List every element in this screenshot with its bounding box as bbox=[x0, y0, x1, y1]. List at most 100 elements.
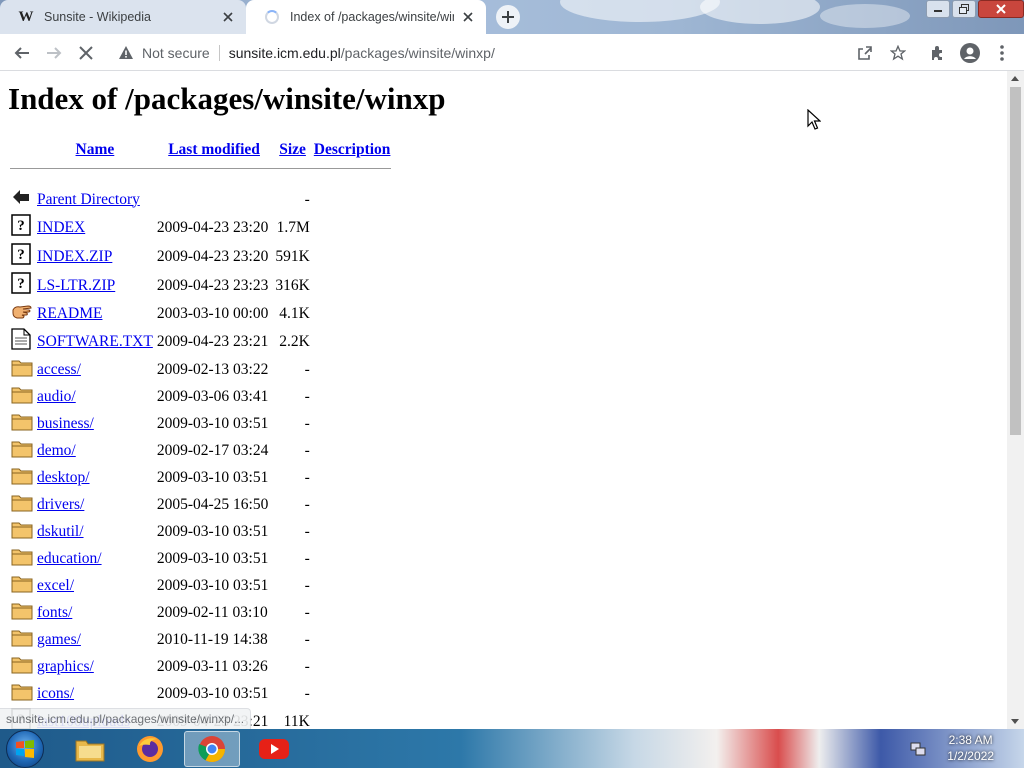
warning-icon[interactable] bbox=[118, 45, 134, 61]
taskbar-youtube[interactable] bbox=[246, 731, 302, 767]
file-link[interactable]: icons/ bbox=[37, 685, 74, 702]
file-link[interactable]: fonts/ bbox=[37, 604, 72, 621]
url-text[interactable]: sunsite.icm.edu.pl/packages/winsite/winx… bbox=[229, 45, 495, 61]
size-cell: - bbox=[304, 387, 310, 405]
wallpaper-cloud bbox=[820, 4, 910, 28]
file-link[interactable]: access/ bbox=[37, 361, 81, 378]
taskbar-clock[interactable]: 2:38 AM 1/2/2022 bbox=[947, 732, 994, 764]
back-button[interactable] bbox=[8, 39, 36, 67]
share-button[interactable] bbox=[851, 39, 879, 67]
size-column-header: Size bbox=[274, 137, 310, 163]
wallpaper-cloud bbox=[560, 0, 720, 22]
description-column-header: Description bbox=[313, 137, 392, 163]
mouse-pointer-icon bbox=[807, 109, 821, 130]
size-cell: - bbox=[304, 190, 310, 208]
file-link[interactable]: INDEX bbox=[37, 219, 85, 236]
file-link[interactable]: drivers/ bbox=[37, 496, 84, 513]
description-cell bbox=[313, 384, 392, 409]
size-cell: - bbox=[304, 360, 310, 378]
file-name-cell: README bbox=[36, 301, 154, 326]
table-row: ? INDEX.ZIP 2009-04-23 23:20 591K bbox=[10, 243, 391, 270]
description-cell bbox=[313, 272, 392, 299]
sort-by-size-link[interactable]: Size bbox=[279, 141, 306, 158]
file-name-cell: excel/ bbox=[36, 573, 154, 598]
taskbar-firefox[interactable] bbox=[122, 731, 178, 767]
size-cell: - bbox=[304, 495, 310, 513]
browser-toolbar: Not secure sunsite.icm.edu.pl/packages/w… bbox=[0, 34, 1024, 71]
extensions-button[interactable] bbox=[924, 39, 952, 67]
file-name-cell: access/ bbox=[36, 357, 154, 382]
file-link[interactable]: audio/ bbox=[37, 388, 76, 405]
folder-icon bbox=[75, 740, 105, 762]
scroll-up-arrow-icon[interactable] bbox=[1011, 76, 1019, 81]
description-cell bbox=[313, 214, 392, 241]
star-icon bbox=[890, 45, 906, 61]
file-link[interactable]: LS-LTR.ZIP bbox=[37, 277, 115, 294]
taskbar-file-explorer[interactable] bbox=[62, 731, 118, 767]
clock-time: 2:38 AM bbox=[948, 733, 993, 747]
readme-hand-icon bbox=[10, 301, 34, 326]
page-viewport: Index of /packages/winsite/winxp Name La… bbox=[0, 71, 1007, 729]
tab-wikipedia[interactable]: W Sunsite - Wikipedia bbox=[0, 0, 246, 34]
sort-by-description-link[interactable]: Description bbox=[314, 141, 391, 158]
start-button[interactable] bbox=[6, 730, 44, 768]
svg-text:?: ? bbox=[17, 247, 25, 263]
last-modified-cell: 2009-02-11 03:10 bbox=[156, 603, 268, 621]
file-link[interactable]: graphics/ bbox=[37, 658, 94, 675]
last-modified-cell: 2009-03-10 03:51 bbox=[156, 522, 269, 540]
file-link[interactable]: INDEX.ZIP bbox=[37, 248, 112, 265]
bookmark-button[interactable] bbox=[884, 39, 912, 67]
youtube-icon bbox=[259, 739, 289, 759]
maximize-button[interactable] bbox=[952, 0, 976, 18]
scrollbar-thumb[interactable] bbox=[1010, 87, 1021, 435]
close-tab-icon[interactable] bbox=[218, 7, 238, 27]
wallpaper-cloud bbox=[700, 0, 820, 24]
file-link[interactable]: Parent Directory bbox=[37, 191, 140, 208]
file-link[interactable]: demo/ bbox=[37, 442, 76, 459]
vertical-scrollbar[interactable] bbox=[1007, 71, 1024, 729]
close-tab-icon[interactable] bbox=[458, 7, 478, 27]
name-column-header: Name bbox=[36, 137, 154, 163]
file-link[interactable]: README bbox=[37, 305, 102, 322]
menu-button[interactable] bbox=[988, 39, 1016, 67]
tab-index[interactable]: Index of /packages/winsite/winxp bbox=[246, 0, 486, 34]
description-cell bbox=[313, 411, 392, 436]
address-bar[interactable]: Not secure sunsite.icm.edu.pl/packages/w… bbox=[108, 38, 918, 67]
profile-button[interactable] bbox=[956, 39, 984, 67]
security-label[interactable]: Not secure bbox=[142, 45, 210, 61]
file-name-cell: LS-LTR.ZIP bbox=[36, 272, 154, 299]
forward-button[interactable] bbox=[40, 39, 68, 67]
sort-by-name-link[interactable]: Name bbox=[76, 141, 115, 158]
folder-icon bbox=[10, 600, 34, 625]
scroll-down-arrow-icon[interactable] bbox=[1011, 719, 1019, 724]
table-row: dskutil/2009-03-10 03:51 - bbox=[10, 519, 391, 544]
stop-loading-button[interactable] bbox=[72, 39, 100, 67]
file-link[interactable]: excel/ bbox=[37, 577, 74, 594]
file-link[interactable]: desktop/ bbox=[37, 469, 90, 486]
file-link[interactable]: business/ bbox=[37, 415, 94, 432]
table-row: drivers/2005-04-25 16:50 - bbox=[10, 492, 391, 517]
table-row: desktop/2009-03-10 03:51 - bbox=[10, 465, 391, 490]
file-link[interactable]: education/ bbox=[37, 550, 102, 567]
file-link[interactable]: games/ bbox=[37, 631, 81, 648]
folder-icon bbox=[10, 573, 34, 598]
new-tab-button[interactable] bbox=[496, 5, 520, 29]
svg-text:?: ? bbox=[17, 218, 25, 234]
minimize-button[interactable] bbox=[926, 0, 950, 18]
unknown-file-icon: ? bbox=[10, 214, 34, 241]
back-arrow-icon bbox=[14, 47, 29, 59]
close-window-button[interactable] bbox=[978, 0, 1024, 18]
description-cell bbox=[313, 465, 392, 490]
taskbar-chrome[interactable] bbox=[184, 731, 240, 767]
folder-icon bbox=[10, 627, 34, 652]
network-icon[interactable] bbox=[910, 741, 926, 757]
sort-by-modified-link[interactable]: Last modified bbox=[168, 141, 260, 158]
file-link[interactable]: dskutil/ bbox=[37, 523, 84, 540]
chrome-icon bbox=[198, 736, 226, 763]
minimize-icon bbox=[934, 10, 942, 12]
size-cell: - bbox=[304, 576, 310, 594]
file-name-cell: demo/ bbox=[36, 438, 154, 463]
size-cell: 1.7M bbox=[276, 218, 310, 236]
file-link[interactable]: SOFTWARE.TXT bbox=[37, 333, 153, 350]
clock-date: 1/2/2022 bbox=[947, 749, 994, 763]
